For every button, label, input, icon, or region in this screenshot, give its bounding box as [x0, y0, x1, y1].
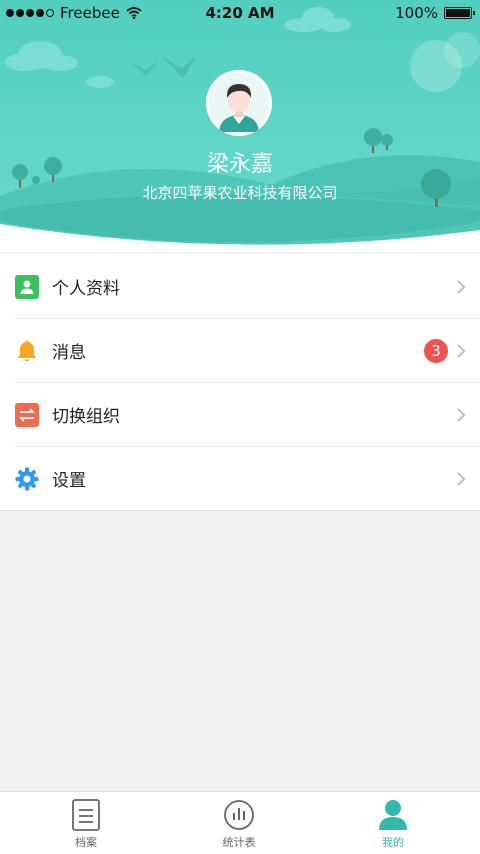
- person-card-icon: [15, 275, 39, 299]
- tab-archive[interactable]: 档案: [6, 792, 166, 854]
- menu-item-messages[interactable]: 消息 3: [0, 318, 480, 382]
- user-avatar-icon[interactable]: [206, 70, 272, 136]
- document-icon: [72, 799, 100, 831]
- bottom-tab-bar: 档案 统计表 我的: [0, 791, 480, 854]
- battery-percent: 100%: [395, 4, 438, 22]
- unread-badge: 3: [424, 339, 448, 363]
- menu-item-label: 消息: [52, 343, 86, 363]
- swap-icon: [15, 403, 39, 427]
- gear-icon: [15, 467, 39, 491]
- chevron-right-icon: [457, 280, 466, 294]
- tab-label: 我的: [382, 836, 404, 849]
- chevron-right-icon: [457, 472, 466, 486]
- menu-item-switch-organization[interactable]: 切换组织: [0, 382, 480, 446]
- chevron-right-icon: [457, 344, 466, 358]
- tab-mine[interactable]: 我的: [313, 792, 473, 854]
- profile-header: Freebee 4:20 AM 100% 梁永嘉 北京四苹果农业科技有限公司: [0, 0, 480, 252]
- user-name: 梁永嘉: [206, 152, 273, 177]
- tab-label: 统计表: [222, 836, 256, 849]
- menu-item-label: 设置: [52, 471, 86, 491]
- menu-item-label: 个人资料: [52, 279, 120, 299]
- tab-label: 档案: [75, 836, 97, 849]
- menu-item-settings[interactable]: 设置: [0, 446, 480, 510]
- tab-statistics[interactable]: 统计表: [159, 792, 319, 854]
- chevron-right-icon: [457, 408, 466, 422]
- user-organization: 北京四苹果农业科技有限公司: [142, 184, 338, 202]
- bell-icon: [17, 340, 37, 362]
- menu-item-profile[interactable]: 个人资料: [0, 254, 480, 318]
- settings-menu: 个人资料 消息 3 切换组织 设置: [0, 254, 480, 511]
- bar-chart-icon: [224, 800, 254, 830]
- battery-icon: [444, 7, 475, 19]
- status-bar: Freebee 4:20 AM 100%: [0, 0, 480, 26]
- menu-item-label: 切换组织: [52, 407, 120, 427]
- person-icon: [379, 800, 407, 830]
